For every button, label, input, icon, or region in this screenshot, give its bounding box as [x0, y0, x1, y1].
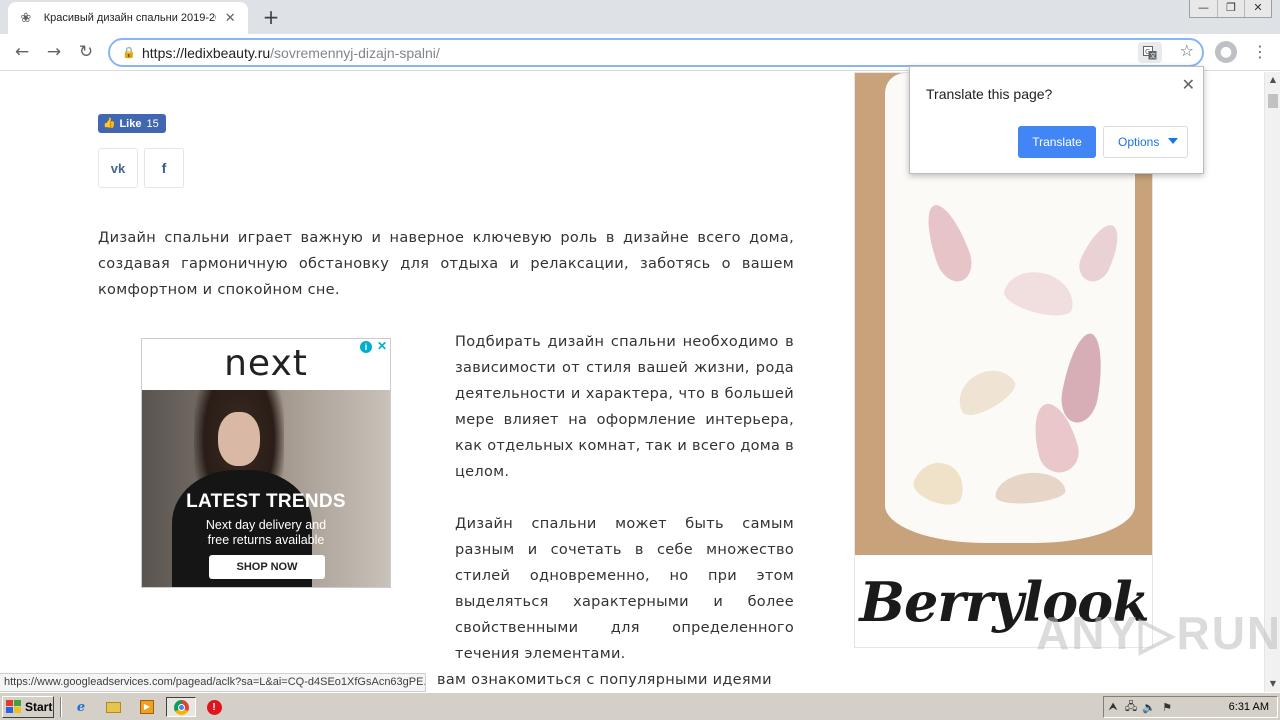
new-tab-button[interactable]: +	[260, 6, 282, 28]
screen: ❀ Красивый дизайн спальни 2019-2020 ✕ + …	[0, 0, 1280, 720]
options-dropdown-button[interactable]: Options	[1103, 126, 1188, 158]
opera-icon[interactable]: !	[203, 697, 225, 717]
chrome-taskbar-icon[interactable]	[166, 697, 196, 717]
bookmark-star-icon[interactable]: ☆	[1180, 41, 1194, 60]
scrollbar-thumb[interactable]	[1268, 94, 1278, 108]
ad-close-icon[interactable]: ✕	[377, 339, 387, 353]
ad-headline: LATEST TRENDS	[186, 491, 346, 512]
internet-explorer-icon[interactable]: e	[70, 697, 92, 717]
next-logo: next	[224, 343, 308, 384]
adchoices-icon[interactable]: i	[360, 341, 372, 353]
svg-text:文: 文	[1150, 52, 1156, 60]
profile-avatar-icon[interactable]: ●	[1215, 41, 1237, 63]
media-player-icon[interactable]: ▶	[136, 697, 158, 717]
status-bar-url: https://www.googleadservices.com/pagead/…	[0, 673, 426, 692]
article-paragraph: вам ознакомиться с популярными идеями	[437, 672, 772, 688]
forward-arrow-icon[interactable]: →	[42, 40, 66, 64]
article-paragraph: Дизайн спальни может быть самым разным и…	[455, 516, 794, 662]
next-ad-banner[interactable]: next i ✕ LATEST TRENDS Next day delivery…	[141, 338, 391, 588]
browser-menu-icon[interactable]: ⋮	[1252, 41, 1268, 63]
volume-icon[interactable]: 🔈	[1140, 701, 1158, 714]
shop-now-button[interactable]: SHOP NOW	[209, 555, 325, 579]
site-favicon-icon: ❀	[20, 10, 32, 26]
windows-logo-icon	[6, 700, 22, 714]
vk-share-button[interactable]: vk	[98, 148, 138, 188]
anyrun-watermark: ANY▷RUN	[1036, 607, 1280, 659]
like-count: 15	[146, 117, 159, 130]
tab-title: Красивый дизайн спальни 2019-2020	[43, 12, 217, 24]
browser-tab-active[interactable]: ❀ Красивый дизайн спальни 2019-2020 ✕	[8, 2, 248, 34]
chevron-down-icon	[1168, 138, 1178, 144]
tab-strip: ❀ Красивый дизайн спальни 2019-2020 ✕ + …	[0, 0, 1280, 34]
translate-question: Translate this page?	[926, 86, 1053, 102]
tray-expand-icon[interactable]: ⮝	[1104, 700, 1122, 714]
address-bar[interactable]: 🔒 https://ledixbeauty.ru/sovremennyj-diz…	[108, 38, 1204, 67]
thumbs-up-icon: 👍	[103, 118, 116, 129]
translate-close-icon[interactable]: ✕	[1182, 75, 1195, 94]
windows-taskbar: Start e ▶ ! ⮝ 🖧 🔈 ⚑ 6:31 AM	[0, 692, 1280, 720]
file-explorer-icon[interactable]	[102, 697, 124, 717]
start-button[interactable]: Start	[2, 696, 54, 718]
taskbar-clock[interactable]: 6:31 AM	[1229, 701, 1269, 713]
translate-icon[interactable]: G文	[1138, 42, 1162, 63]
ad-subline: Next day delivery and free returns availa…	[205, 518, 327, 547]
restore-button[interactable]: ❐	[1217, 0, 1244, 17]
tab-close-icon[interactable]: ✕	[222, 11, 238, 26]
page-scrollbar[interactable]: ▲ ▼	[1264, 72, 1280, 692]
window-close-button[interactable]: ✕	[1244, 0, 1271, 17]
article-paragraph: Подбирать дизайн спальни необходимо в за…	[455, 334, 794, 480]
system-tray: ⮝ 🖧 🔈 ⚑ 6:31 AM	[1103, 696, 1278, 718]
reload-icon[interactable]: ↻	[74, 40, 98, 64]
scroll-up-arrow-icon[interactable]: ▲	[1265, 72, 1280, 88]
facebook-like-button[interactable]: 👍 Like 15	[98, 114, 166, 133]
back-arrow-icon[interactable]: ←	[10, 40, 34, 64]
lock-icon[interactable]: 🔒	[122, 46, 136, 59]
url-text: https://ledixbeauty.ru/sovremennyj-dizaj…	[142, 44, 440, 61]
article-paragraph: Дизайн спальни играет важную и наверное …	[98, 230, 794, 298]
scroll-down-arrow-icon[interactable]: ▼	[1265, 676, 1280, 692]
translate-button[interactable]: Translate	[1018, 126, 1096, 158]
translate-popup: Translate this page? ✕ Translate Options	[909, 66, 1204, 174]
network-icon[interactable]: 🖧	[1122, 698, 1140, 717]
minimize-button[interactable]: —	[1190, 0, 1217, 17]
window-controls: — ❐ ✕	[1189, 0, 1272, 18]
action-center-flag-icon[interactable]: ⚑	[1158, 701, 1176, 714]
facebook-share-button[interactable]: f	[144, 148, 184, 188]
